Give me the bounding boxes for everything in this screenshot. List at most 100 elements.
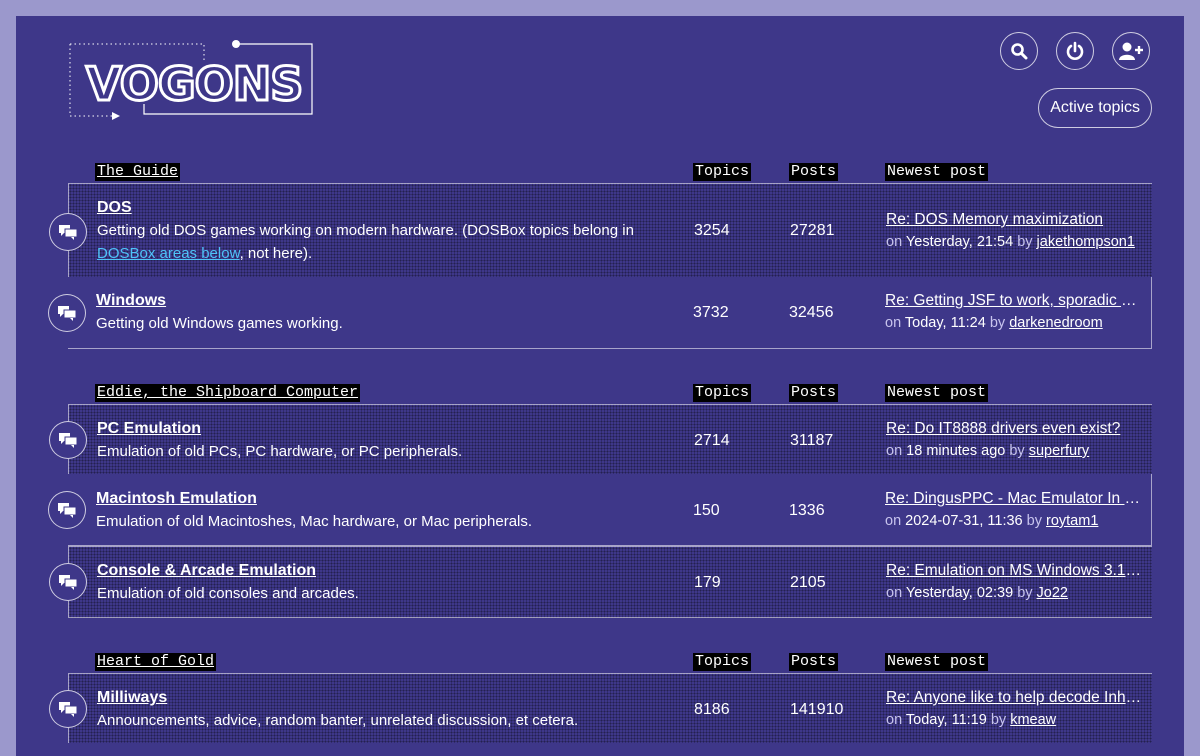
section-header-eddie: Eddie, the Shipboard Computer Topics Pos… xyxy=(16,384,1184,404)
forum-description: Getting old DOS games working on modern … xyxy=(97,219,657,265)
newest-post-link[interactable]: Re: Getting JSF to work, sporadic CT… xyxy=(885,292,1141,310)
forum-row-console-arcade-emulation: Console & Arcade Emulation Emulation of … xyxy=(49,546,1152,618)
forum-description: Emulation of old PCs, PC hardware, or PC… xyxy=(97,443,463,460)
posts-count: 27281 xyxy=(790,222,835,239)
register-button[interactable] xyxy=(1112,32,1150,70)
post-author-link[interactable]: superfury xyxy=(1029,443,1089,459)
newest-post-link[interactable]: Re: DingusPPC - Mac Emulator In Pr… xyxy=(885,490,1141,508)
section-header-heart-of-gold: Heart of Gold Topics Posts Newest post xyxy=(16,653,1184,673)
active-topics-button[interactable]: Active topics xyxy=(1038,88,1152,128)
by-label: by xyxy=(1026,513,1042,529)
topics-count: 2714 xyxy=(694,432,730,449)
newest-post-meta: on Today, 11:24 by darkenedroom xyxy=(885,315,1103,331)
topics-count: 3732 xyxy=(693,304,729,321)
col-topics: Topics xyxy=(693,163,752,181)
col-posts: Posts xyxy=(789,163,839,181)
post-time: Today, 11:19 xyxy=(905,712,987,728)
newest-post-meta: on Yesterday, 02:39 by Jo22 xyxy=(886,585,1068,601)
desc-text-end: , not here). xyxy=(239,245,313,262)
newest-post-meta: on Today, 11:19 by kmeaw xyxy=(886,712,1056,728)
section-header-the-guide: The Guide Topics Posts Newest post xyxy=(16,163,1184,183)
topics-count: 8186 xyxy=(694,701,730,718)
newest-post-link[interactable]: Re: Emulation on MS Windows 3.1x ? xyxy=(886,562,1142,580)
add-user-icon xyxy=(1119,42,1143,60)
on-label: on xyxy=(886,234,903,250)
topics-count: 179 xyxy=(694,574,721,591)
col-newest-post: Newest post xyxy=(885,163,989,181)
section-title[interactable]: Heart of Gold xyxy=(95,653,217,671)
forum-index-page: VOGONS Active topics The Guide Topics Po… xyxy=(16,16,1184,756)
on-label: on xyxy=(886,585,903,601)
post-time: Yesterday, 02:39 xyxy=(905,585,1014,601)
post-author-link[interactable]: darkenedroom xyxy=(1009,315,1103,331)
forum-bubbles-icon xyxy=(48,294,86,332)
forum-bubbles-icon xyxy=(49,690,87,728)
post-author-link[interactable]: Jo22 xyxy=(1037,585,1068,601)
forum-row-dos: DOS Getting old DOS games working on mod… xyxy=(49,183,1152,277)
newest-post-meta: on Yesterday, 21:54 by jakethompson1 xyxy=(886,234,1135,250)
on-label: on xyxy=(885,315,902,331)
by-label: by xyxy=(989,315,1006,331)
forum-row-pc-emulation: PC Emulation Emulation of old PCs, PC ha… xyxy=(49,404,1152,474)
newest-post-link[interactable]: Re: Do IT8888 drivers even exist? xyxy=(886,420,1142,438)
forum-description: Emulation of old consoles and arcades. xyxy=(97,585,359,602)
post-author-link[interactable]: jakethompson1 xyxy=(1037,234,1135,250)
by-label: by xyxy=(1009,443,1025,459)
post-time: 2024-07-31, 11:36 xyxy=(905,513,1023,529)
on-label: on xyxy=(886,712,903,728)
posts-count: 2105 xyxy=(790,574,826,591)
col-posts: Posts xyxy=(789,384,839,402)
forum-title[interactable]: DOS xyxy=(97,199,132,217)
post-time: Yesterday, 21:54 xyxy=(905,234,1014,250)
by-label: by xyxy=(1017,234,1033,250)
vogons-logo[interactable]: VOGONS xyxy=(68,40,318,120)
logo-text: VOGONS xyxy=(86,57,302,111)
post-author-link[interactable]: roytam1 xyxy=(1046,513,1098,529)
power-icon xyxy=(1066,41,1084,60)
forum-description: Announcements, advice, random banter, un… xyxy=(97,712,579,729)
section-title[interactable]: The Guide xyxy=(95,163,181,181)
newest-post-link[interactable]: Re: DOS Memory maximization xyxy=(886,211,1142,229)
by-label: by xyxy=(990,712,1007,728)
forum-title[interactable]: Milliways xyxy=(97,689,167,707)
col-topics: Topics xyxy=(693,653,752,671)
on-label: on xyxy=(885,513,902,529)
posts-count: 141910 xyxy=(790,701,844,718)
posts-count: 1336 xyxy=(789,502,825,519)
topics-count: 3254 xyxy=(694,222,730,239)
topics-count: 150 xyxy=(693,502,720,519)
login-button[interactable] xyxy=(1056,32,1094,70)
newest-post-link[interactable]: Re: Anyone like to help decode Inher… xyxy=(886,689,1142,707)
search-button[interactable] xyxy=(1000,32,1038,70)
forum-bubbles-icon xyxy=(49,213,87,251)
post-time: Today, 11:24 xyxy=(904,315,986,331)
on-label: on xyxy=(886,443,903,459)
forum-description: Emulation of old Macintoshes, Mac hardwa… xyxy=(96,513,533,530)
forum-description: Getting old Windows games working. xyxy=(96,315,343,332)
dosbox-areas-link[interactable]: DOSBox areas below xyxy=(97,245,240,262)
posts-count: 32456 xyxy=(789,304,834,321)
col-newest-post: Newest post xyxy=(885,384,989,402)
forum-bubbles-icon xyxy=(49,421,87,459)
forum-title[interactable]: PC Emulation xyxy=(97,420,201,438)
posts-count: 31187 xyxy=(790,432,834,449)
forum-title[interactable]: Windows xyxy=(96,292,166,310)
desc-text: Getting old DOS games working on modern … xyxy=(97,222,634,239)
search-icon xyxy=(1011,43,1028,60)
forum-bubbles-icon xyxy=(48,491,86,529)
forum-title[interactable]: Macintosh Emulation xyxy=(96,490,257,508)
forum-title[interactable]: Console & Arcade Emulation xyxy=(97,562,316,580)
post-time: 18 minutes ago xyxy=(906,443,1006,459)
newest-post-meta: on 2024-07-31, 11:36 by roytam1 xyxy=(885,513,1098,529)
forum-row-milliways: Milliways Announcements, advice, random … xyxy=(49,673,1152,743)
newest-post-meta: on 18 minutes ago by superfury xyxy=(886,443,1089,459)
by-label: by xyxy=(1017,585,1033,601)
col-topics: Topics xyxy=(693,384,752,402)
col-posts: Posts xyxy=(789,653,839,671)
forum-bubbles-icon xyxy=(49,563,87,601)
forum-row-windows: Windows Getting old Windows games workin… xyxy=(48,277,1152,349)
post-author-link[interactable]: kmeaw xyxy=(1010,712,1056,728)
col-newest-post: Newest post xyxy=(885,653,989,671)
section-title[interactable]: Eddie, the Shipboard Computer xyxy=(95,384,361,402)
forum-row-macintosh-emulation: Macintosh Emulation Emulation of old Mac… xyxy=(48,474,1152,546)
